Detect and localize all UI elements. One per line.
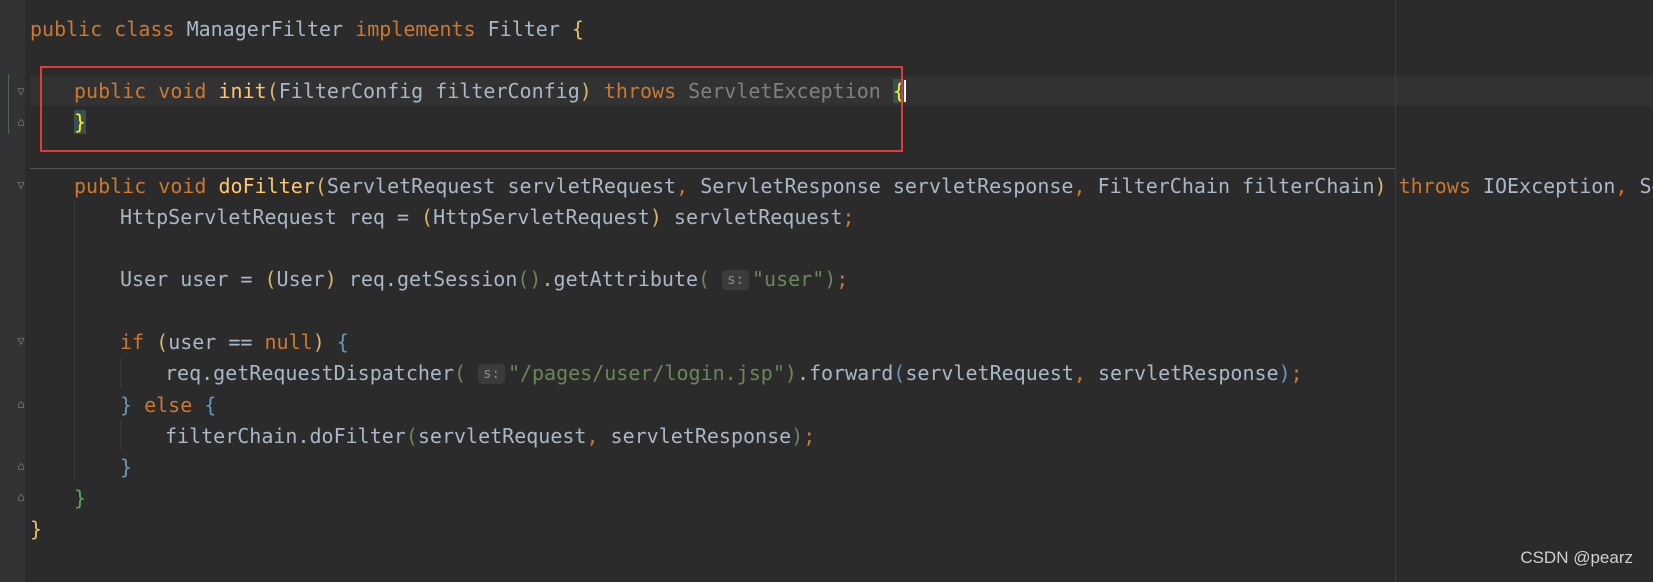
code-line[interactable]: } [30,513,42,545]
method-separator [30,168,1395,169]
code-line[interactable]: filterChain.doFilter(servletRequest, ser… [165,420,815,452]
code-line[interactable]: } [74,482,86,514]
argument: servletResponse [598,424,792,448]
text-cursor [903,80,906,102]
keyword: public [30,17,103,41]
keyword: null [264,330,313,354]
fold-open-icon[interactable]: ▽ [14,178,28,192]
keyword: public [74,174,147,198]
fold-open-icon[interactable]: ▽ [14,334,28,348]
exception-name: Se [1639,174,1653,198]
keyword: implements [355,17,476,41]
fold-close-icon[interactable]: ⌂ [14,397,28,411]
string-literal: "/pages/user/login.jsp" [507,361,785,385]
code-line[interactable]: HttpServletRequest req = (HttpServletReq… [120,201,855,233]
argument: servletResponse [1085,361,1279,385]
param-hint: s: [722,270,749,290]
code-line[interactable]: } else { [120,389,216,421]
indent-guide [120,420,121,450]
class-name: ManagerFilter [186,17,344,41]
code-line[interactable]: if (user == null) { [120,326,349,358]
call: filterChain.doFilter [165,424,406,448]
interface-name: Filter [487,17,560,41]
keyword: class [114,17,175,41]
keyword: else [144,393,193,417]
condition: user == [168,330,265,354]
fold-close-icon[interactable]: ⌂ [14,490,28,504]
watermark: CSDN @pearz [1520,548,1633,567]
indent-guide [74,200,75,480]
statement: User user = [120,267,265,291]
code-line[interactable]: public class ManagerFilter implements Fi… [30,13,584,45]
code-line[interactable]: User user = (User) req.getSession().getA… [120,263,848,295]
variable: servletRequest [661,205,843,229]
cast-type: User [276,267,325,291]
fold-close-icon[interactable]: ⌂ [14,459,28,473]
fold-close-icon[interactable]: ⌂ [14,115,28,129]
keyword: if [120,330,145,354]
call: req.getSession [336,267,518,291]
brace: } [30,517,43,541]
exception-name: IOException [1482,174,1616,198]
argument: servletRequest [417,424,587,448]
param: FilterChain filterChain [1097,174,1375,198]
call: req.getRequestDispatcher [165,361,454,385]
param-hint: s: [478,364,505,384]
method-name: doFilter [218,174,315,198]
argument: servletRequest [905,361,1074,385]
fold-open-icon[interactable]: ▽ [14,84,28,98]
brace: { [571,17,584,41]
highlight-annotation-box [40,66,903,152]
code-line[interactable]: req.getRequestDispatcher( s: "/pages/user… [165,357,1303,389]
code-line[interactable]: } [120,451,132,483]
keyword: throws [1398,174,1471,198]
indent-guide [120,358,121,388]
param: ServletResponse servletResponse [700,174,1074,198]
code-line[interactable]: public void doFilter(ServletRequest serv… [74,170,1653,202]
call: .getAttribute [541,267,699,291]
keyword: void [158,174,207,198]
string-literal: "user" [751,267,825,291]
cast-type: HttpServletRequest [433,205,650,229]
param: ServletRequest servletRequest [326,174,677,198]
statement: HttpServletRequest req = [120,205,422,229]
right-margin-guide [1395,0,1396,582]
call: .forward [796,361,894,385]
change-marker [8,74,9,134]
